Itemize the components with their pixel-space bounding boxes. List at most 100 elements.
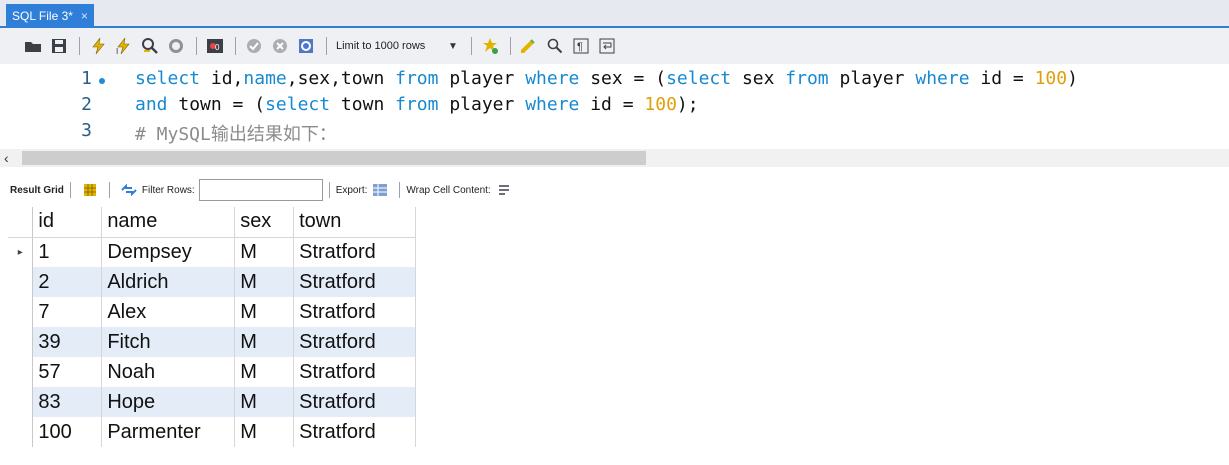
code-comment: # MySQL输出结果如下： (135, 124, 337, 145)
cell-sex[interactable]: M (234, 237, 295, 267)
cell-id[interactable]: 1 (32, 237, 103, 267)
scroll-left-icon[interactable]: ‹ (4, 149, 9, 167)
editor-horizontal-scrollbar[interactable]: ‹ (0, 149, 1229, 167)
cell-id[interactable]: 57 (32, 357, 103, 387)
cell-town[interactable]: Stratford (293, 267, 416, 297)
wrap-icon[interactable] (596, 35, 618, 57)
cell-sex[interactable]: M (234, 387, 295, 417)
grid-header-row: id name sex town (8, 207, 416, 238)
cell-name[interactable]: Hope (101, 387, 236, 417)
find-icon[interactable] (518, 35, 540, 57)
cell-town[interactable]: Stratford (293, 387, 416, 417)
execute-icon[interactable] (87, 35, 109, 57)
wrap-cell-content-icon[interactable] (495, 182, 513, 198)
cell-id[interactable]: 2 (32, 267, 103, 297)
cell-sex[interactable]: M (234, 297, 295, 327)
editor-line-3: 3 # MySQL输出结果如下： (0, 120, 1229, 146)
cell-name[interactable]: Dempsey (101, 237, 236, 267)
toolbar-separator (108, 182, 110, 198)
stop-icon[interactable] (165, 35, 187, 57)
code-line-2: and town = (select town from player wher… (135, 94, 699, 115)
chevron-down-icon[interactable]: ▼ (448, 41, 458, 52)
table-row[interactable]: 2 Aldrich M Stratford (8, 267, 416, 297)
column-header-sex[interactable]: sex (234, 207, 295, 238)
wrap-cell-content-label: Wrap Cell Content: (406, 184, 491, 196)
cell-town[interactable]: Stratford (293, 297, 416, 327)
cell-name[interactable]: Aldrich (101, 267, 236, 297)
row-marker (8, 297, 34, 327)
code-line-1: select id,name,sex,town from player wher… (135, 68, 1078, 89)
cell-town[interactable]: Stratford (293, 327, 416, 357)
svg-text:¶: ¶ (577, 41, 583, 53)
column-header-town[interactable]: town (293, 207, 416, 238)
toolbar-separator (328, 182, 330, 198)
editor-line-2: 2 and town = (select town from player wh… (0, 94, 1229, 120)
svg-text:I: I (116, 47, 118, 55)
explain-icon[interactable] (139, 35, 161, 57)
toolbar-separator (196, 37, 197, 55)
editor-line-1: 1 select id,name,sex,town from player wh… (0, 68, 1229, 94)
folder-icon[interactable] (22, 35, 44, 57)
tab-close-icon[interactable]: × (81, 4, 88, 28)
toolbar-separator (326, 37, 327, 55)
sql-editor[interactable]: 1 select id,name,sex,town from player wh… (0, 64, 1229, 149)
toolbar-separator (79, 37, 80, 55)
cell-town[interactable]: Stratford (293, 417, 416, 447)
sql-toolbar: I 0 Limit to 1000 rows ▼ ¶ (0, 28, 1229, 64)
beautify-icon[interactable] (479, 35, 501, 57)
line-number: 2 (81, 94, 92, 115)
cell-town[interactable]: Stratford (293, 357, 416, 387)
scrollbar-thumb[interactable] (22, 151, 646, 165)
row-marker (8, 327, 34, 357)
cell-name[interactable]: Alex (101, 297, 236, 327)
table-row[interactable]: 39 Fitch M Stratford (8, 327, 416, 357)
column-header-name[interactable]: name (101, 207, 236, 238)
editor-tabbar: SQL File 3* × (0, 0, 1229, 28)
table-row[interactable]: 100 Parmenter M Stratford (8, 417, 416, 447)
table-row[interactable]: 7 Alex M Stratford (8, 297, 416, 327)
statement-marker-icon (99, 78, 105, 84)
limit-rows-select[interactable]: Limit to 1000 rows (336, 40, 448, 52)
row-marker (8, 357, 34, 387)
export-label: Export: (335, 184, 368, 196)
rollback-icon[interactable] (269, 35, 291, 57)
cell-name[interactable]: Noah (101, 357, 236, 387)
current-row-marker-icon: ▸ (8, 237, 34, 267)
line-number: 1 (81, 68, 92, 89)
cell-name[interactable]: Fitch (101, 327, 236, 357)
column-header-id[interactable]: id (32, 207, 103, 238)
svg-text:0: 0 (215, 43, 220, 52)
row-marker-header (8, 207, 34, 238)
grid-layout-icon[interactable] (81, 182, 99, 198)
table-row[interactable]: ▸ 1 Dempsey M Stratford (8, 237, 416, 267)
table-row[interactable]: 57 Noah M Stratford (8, 357, 416, 387)
cell-id[interactable]: 100 (32, 417, 103, 447)
cell-id[interactable]: 83 (32, 387, 103, 417)
refresh-icon[interactable] (120, 182, 138, 198)
execute-current-icon[interactable]: I (113, 35, 135, 57)
filter-rows-label: Filter Rows: (141, 184, 195, 196)
save-icon[interactable] (48, 35, 70, 57)
invisible-chars-icon[interactable]: ¶ (570, 35, 592, 57)
result-grid-tab[interactable]: Result Grid (10, 185, 64, 196)
search-icon[interactable] (544, 35, 566, 57)
export-icon[interactable] (371, 182, 389, 198)
tab-sql-file-3[interactable]: SQL File 3* × (6, 4, 94, 28)
row-marker (8, 267, 34, 297)
row-marker (8, 387, 34, 417)
row-marker (8, 417, 34, 447)
commit-icon[interactable] (243, 35, 265, 57)
autocommit-icon[interactable] (295, 35, 317, 57)
cell-id[interactable]: 7 (32, 297, 103, 327)
cell-name[interactable]: Parmenter (101, 417, 236, 447)
toggle-output-icon[interactable]: 0 (204, 35, 226, 57)
cell-id[interactable]: 39 (32, 327, 103, 357)
cell-sex[interactable]: M (234, 327, 295, 357)
cell-town[interactable]: Stratford (293, 237, 416, 267)
filter-rows-input[interactable] (198, 179, 323, 201)
table-row[interactable]: 83 Hope M Stratford (8, 387, 416, 417)
toolbar-separator (399, 182, 401, 198)
cell-sex[interactable]: M (234, 417, 295, 447)
cell-sex[interactable]: M (234, 357, 295, 387)
cell-sex[interactable]: M (234, 267, 295, 297)
